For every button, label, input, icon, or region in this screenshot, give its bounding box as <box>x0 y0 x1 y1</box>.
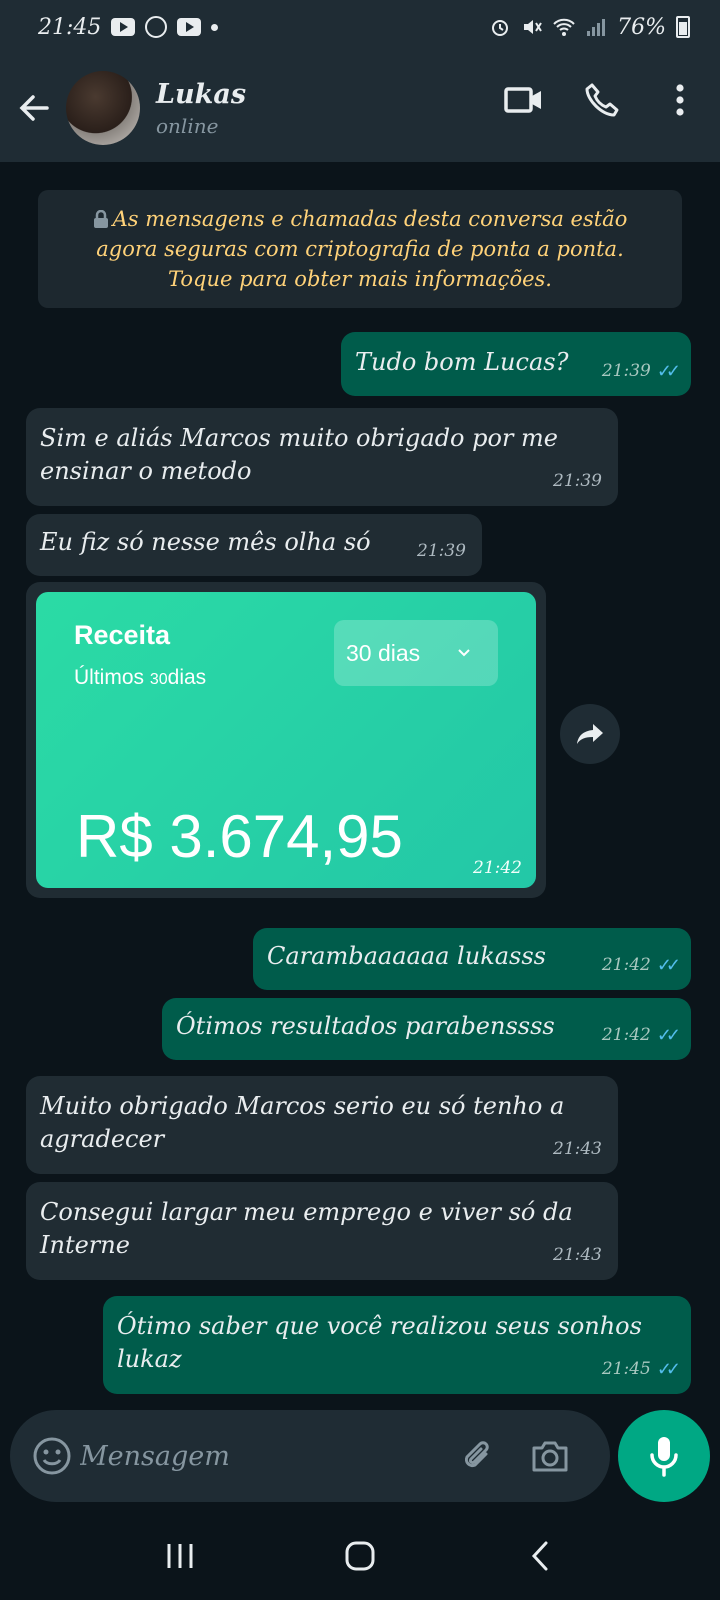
revenue-subtitle: Últimos 30dias <box>74 666 206 690</box>
double-check-icon: ✓✓ <box>656 361 681 382</box>
message-text: Ótimo saber que você realizou seus sonho… <box>117 1312 642 1373</box>
camera-icon <box>532 1441 568 1472</box>
phone-icon <box>585 83 619 117</box>
message-composer <box>10 1410 610 1502</box>
double-check-icon: ✓✓ <box>656 1025 681 1046</box>
mute-icon <box>524 20 542 34</box>
back-nav-button[interactable] <box>510 1526 570 1586</box>
double-check-icon: ✓✓ <box>656 1359 681 1380</box>
image-message[interactable]: Receita Últimos 30dias 30 dias R$ 3.674,… <box>26 582 546 898</box>
whatsapp-icon <box>145 16 168 38</box>
revenue-subtitle-number: 30 <box>149 671 168 688</box>
status-time: 21:45 <box>38 14 102 40</box>
contact-info[interactable]: Lukas online <box>156 79 246 138</box>
chat-area[interactable]: As mensagens e chamadas desta conversa e… <box>0 162 720 1400</box>
notice-line-2: agora seguras com criptografia de ponta … <box>96 237 624 261</box>
emoji-icon <box>33 1437 71 1475</box>
message-time: 21:45 <box>601 1359 651 1379</box>
revenue-title: Receita <box>74 620 171 650</box>
battery-percent: 76% <box>617 14 666 40</box>
message-bubble[interactable]: Muito obrigado Marcos serio eu só tenho … <box>26 1076 618 1174</box>
notification-dot-icon <box>211 23 219 31</box>
message-bubble[interactable]: Ótimos resultados parabenssss 21:42 ✓✓ <box>162 998 691 1060</box>
recents-icon <box>167 1544 193 1568</box>
chevron-down-icon <box>458 649 470 657</box>
home-button[interactable] <box>330 1526 390 1586</box>
chat-header: Lukas online <box>0 54 720 162</box>
message-text: Eu fiz só nesse mês olha só <box>40 528 371 556</box>
status-bar: 21:45 76% <box>0 0 720 54</box>
voice-call-button[interactable] <box>582 80 622 120</box>
double-check-icon: ✓✓ <box>656 955 681 976</box>
contact-status: online <box>156 113 219 138</box>
lock-icon <box>93 209 108 228</box>
message-time: 21:42 <box>601 1025 651 1045</box>
message-text: Consegui largar meu emprego e viver só d… <box>40 1198 573 1259</box>
battery-icon <box>676 16 690 38</box>
message-bubble[interactable]: Tudo bom Lucas? 21:39 ✓✓ <box>341 332 691 396</box>
message-time: 21:39 <box>417 541 466 561</box>
forward-button[interactable] <box>560 704 620 764</box>
more-options-button[interactable] <box>660 80 700 120</box>
revenue-subtitle-prefix: Últimos <box>74 666 145 689</box>
message-text: Sim e aliás Marcos muito obrigado por me… <box>40 424 559 485</box>
emoji-button[interactable] <box>32 1436 72 1480</box>
avatar[interactable] <box>66 71 140 145</box>
attach-button[interactable] <box>458 1436 498 1480</box>
encryption-notice[interactable]: As mensagens e chamadas desta conversa e… <box>38 190 682 308</box>
message-time: 21:42 <box>601 955 651 975</box>
video-call-button[interactable] <box>504 80 544 120</box>
contact-name: Lukas <box>156 78 247 110</box>
message-time: 21:39 <box>601 361 651 381</box>
message-time: 21:39 <box>553 471 602 491</box>
youtube-icon <box>111 18 136 36</box>
message-bubble[interactable]: Ótimo saber que você realizou seus sonho… <box>103 1296 691 1394</box>
recents-button[interactable] <box>150 1526 210 1586</box>
more-options-icon <box>676 84 684 116</box>
mic-icon <box>650 1437 678 1477</box>
message-text: Tudo bom Lucas? <box>355 348 569 376</box>
mic-button[interactable] <box>618 1410 710 1502</box>
home-icon <box>345 1541 375 1571</box>
back-arrow-icon <box>19 95 49 121</box>
message-bubble[interactable]: Consegui largar meu emprego e viver só d… <box>26 1182 618 1280</box>
notice-line-1: As mensagens e chamadas desta conversa e… <box>112 207 628 231</box>
period-select-value: 30 dias <box>346 639 421 666</box>
forward-icon <box>577 724 603 744</box>
message-text: Ótimos resultados parabenssss <box>176 1012 555 1040</box>
message-bubble[interactable]: Carambaaaaaa lukasss 21:42 ✓✓ <box>253 928 691 990</box>
back-button[interactable] <box>4 78 64 138</box>
back-nav-icon <box>531 1541 548 1571</box>
notice-line-3: Toque para obter mais informações. <box>168 267 552 291</box>
message-input[interactable] <box>80 1432 380 1480</box>
message-bubble[interactable]: Sim e aliás Marcos muito obrigado por me… <box>26 408 618 506</box>
period-select: 30 dias <box>334 620 498 686</box>
wifi-icon <box>553 18 575 36</box>
video-call-icon <box>504 87 541 113</box>
attach-icon <box>464 1441 489 1468</box>
youtube-icon <box>177 18 202 36</box>
message-bubble[interactable]: Eu fiz só nesse mês olha só 21:39 <box>26 514 482 576</box>
message-text: Muito obrigado Marcos serio eu só tenho … <box>40 1092 565 1153</box>
revenue-card[interactable]: Receita Últimos 30dias 30 dias R$ 3.674,… <box>36 592 536 888</box>
revenue-subtitle-suffix: dias <box>167 666 207 689</box>
alarm-icon <box>492 20 509 36</box>
message-time: 21:43 <box>553 1245 602 1265</box>
camera-button[interactable] <box>530 1436 570 1480</box>
signal-icon <box>587 19 606 36</box>
system-nav-bar <box>0 1512 720 1600</box>
revenue-amount: R$ 3.674,95 <box>76 803 403 870</box>
message-text: Carambaaaaaa lukasss <box>267 942 546 970</box>
message-time: 21:43 <box>553 1139 602 1159</box>
message-time: 21:42 <box>473 858 522 878</box>
